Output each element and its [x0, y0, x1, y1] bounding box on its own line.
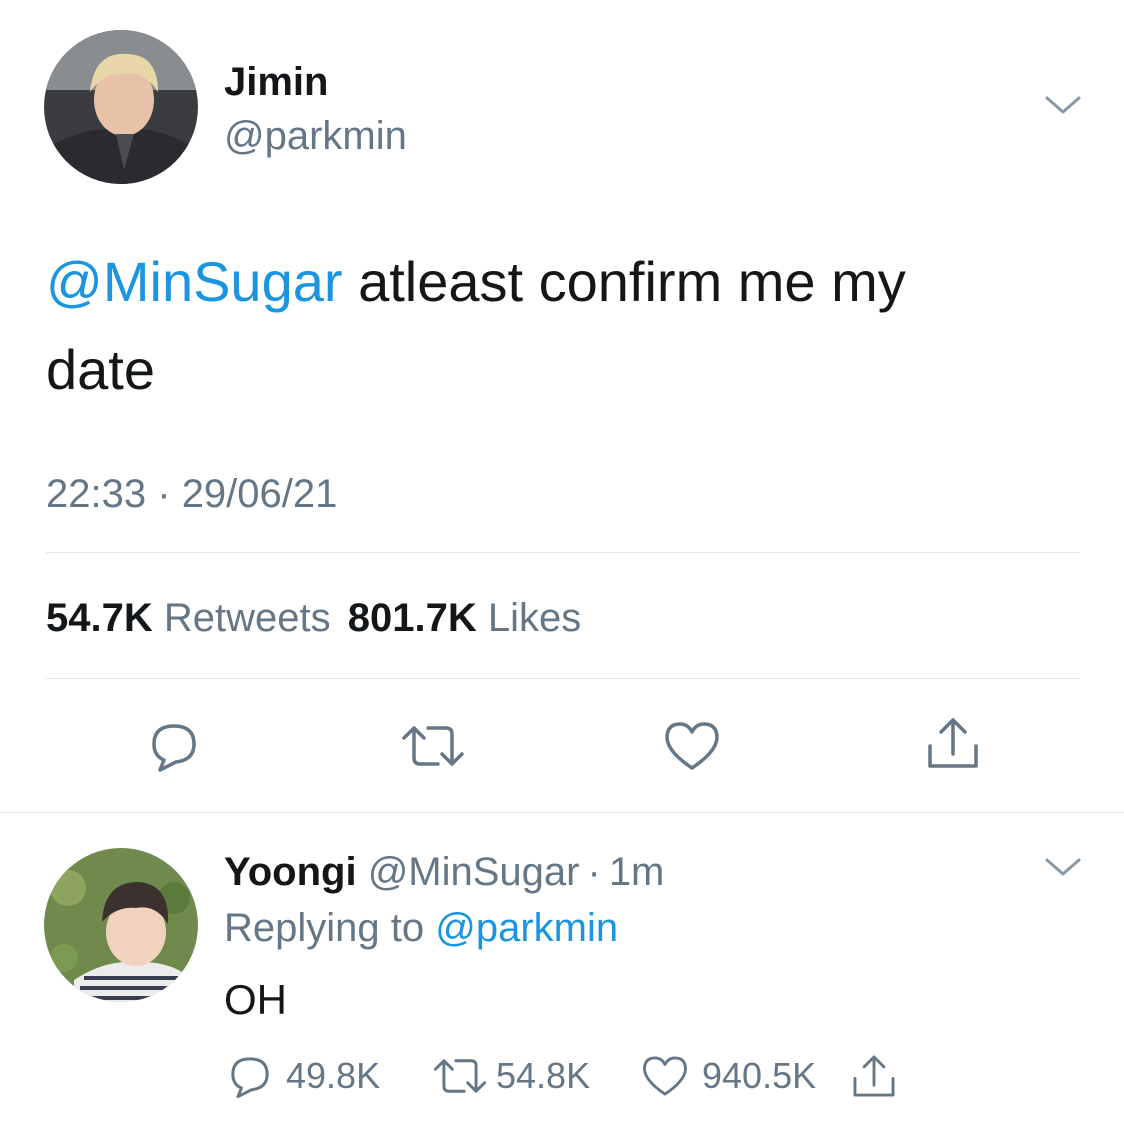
likes-stat[interactable]: 801.7K Likes — [348, 596, 582, 640]
retweet-label: Retweets — [163, 596, 331, 640]
reply-action-reply[interactable]: 49.8K — [226, 1052, 380, 1100]
reply-count: 49.8K — [286, 1055, 381, 1096]
divider — [46, 678, 1080, 679]
chevron-down-icon[interactable] — [1044, 856, 1082, 880]
chevron-down-icon[interactable] — [1044, 94, 1082, 118]
timestamp-separator: · — [157, 472, 171, 516]
share-icon[interactable] — [924, 714, 982, 772]
reply-action-like[interactable]: 940.5K — [640, 1052, 816, 1100]
retweet-icon[interactable] — [430, 1054, 490, 1098]
reply-time[interactable]: 1m — [609, 850, 665, 894]
replying-to: Replying to @parkmin — [224, 904, 618, 952]
retweets-stat[interactable]: 54.7K Retweets — [46, 596, 331, 640]
replying-handle[interactable]: @parkmin — [435, 906, 618, 950]
tweet-text: @MinSugar atleast confirm me my date — [46, 238, 1026, 414]
reply-text: OH — [224, 976, 287, 1023]
reply-author-name[interactable]: Yoongi — [224, 850, 357, 894]
divider — [46, 552, 1080, 553]
tweet-time: 22:33 — [46, 472, 147, 516]
reply-icon[interactable] — [146, 718, 202, 774]
tweet-stats: 54.7K Retweets 801.7K Likes — [46, 594, 581, 642]
section-divider — [0, 812, 1124, 813]
author-handle[interactable]: @parkmin — [224, 112, 407, 160]
reply-author-handle[interactable]: @MinSugar — [368, 850, 580, 894]
tweet-timestamp[interactable]: 22:33 · 29/06/21 — [46, 470, 337, 518]
like-icon[interactable] — [640, 1053, 690, 1099]
like-label: Likes — [487, 596, 582, 640]
mention-link[interactable]: @MinSugar — [46, 250, 343, 313]
reply-like-count: 940.5K — [702, 1055, 817, 1096]
avatar-yoongi[interactable] — [44, 848, 198, 1002]
share-icon[interactable] — [850, 1052, 898, 1100]
reply-action-retweet[interactable]: 54.8K — [430, 1052, 590, 1100]
reply-icon[interactable] — [226, 1052, 274, 1100]
replying-label: Replying to — [224, 906, 425, 950]
author-name[interactable]: Jimin — [224, 58, 328, 106]
retweet-icon[interactable] — [398, 720, 468, 772]
reply-separator: · — [587, 850, 601, 894]
tweet-date: 29/06/21 — [181, 472, 338, 516]
like-icon[interactable] — [662, 718, 722, 774]
reply-header: Yoongi @MinSugar · 1m — [224, 848, 664, 896]
avatar-jimin[interactable] — [44, 30, 198, 184]
like-count: 801.7K — [347, 596, 477, 640]
retweet-count: 54.7K — [46, 596, 153, 640]
reply-retweet-count: 54.8K — [496, 1055, 591, 1096]
